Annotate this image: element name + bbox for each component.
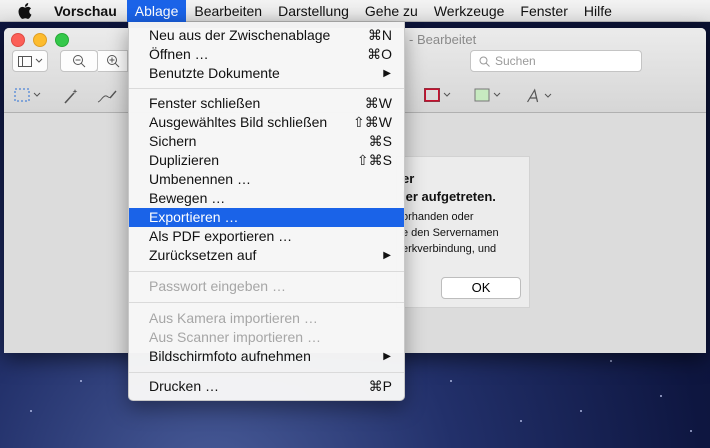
submenu-arrow-icon: ▶ (383, 351, 391, 362)
submenu-arrow-icon: ▶ (383, 250, 391, 261)
dialog-message-line3: erkverbindung, und (402, 243, 497, 255)
menu-fenster[interactable]: Fenster (512, 0, 575, 22)
menu-item-umbenennen[interactable]: Umbenennen … (129, 170, 404, 189)
search-icon (479, 56, 490, 67)
border-color-icon (424, 88, 440, 102)
menu-item-aus-kamera-importieren: Aus Kamera importieren … (149, 310, 318, 326)
border-color-picker[interactable] (424, 88, 451, 102)
chevron-down-icon (443, 92, 451, 97)
menu-item-oeffnen[interactable]: Öffnen … ⌘O (129, 45, 404, 64)
chevron-down-icon (35, 58, 42, 63)
menu-item-als-pdf-exportieren[interactable]: Als PDF exportieren … (129, 227, 404, 246)
menu-item-bild-schliessen[interactable]: Ausgewähltes Bild schließen ⇧⌘W (129, 113, 404, 132)
pen-icon (97, 90, 117, 103)
selection-tool[interactable] (14, 88, 41, 102)
shortcut-label: ⌘W (364, 95, 392, 111)
text-style-picker[interactable] (525, 88, 552, 104)
shortcut-label: ⇧⌘S (356, 152, 392, 168)
sidebar-toggle-button[interactable] (12, 50, 48, 72)
zoom-out-icon (73, 55, 86, 68)
fill-color-picker[interactable] (474, 88, 501, 102)
zoom-in-button[interactable] (98, 50, 128, 72)
zoom-out-button[interactable] (60, 50, 98, 72)
menu-item-sichern[interactable]: Sichern ⌘S (129, 132, 404, 151)
chevron-down-icon (33, 92, 41, 97)
menu-item-neu-zwischenablage[interactable]: Neu aus der Zwischenablage ⌘N (129, 26, 404, 45)
close-window-button[interactable] (11, 33, 25, 47)
menu-bar: Vorschau Ablage Bearbeiten Darstellung G… (0, 0, 710, 22)
menu-item-passwort-eingeben: Passwort eingeben … (149, 278, 286, 294)
menu-item-drucken[interactable]: Drucken … ⌘P (129, 377, 404, 396)
shortcut-label: ⇧⌘W (353, 114, 392, 130)
rect-selection-icon (14, 88, 30, 102)
apple-menu-icon[interactable] (18, 2, 40, 19)
menu-item-fenster-schliessen[interactable]: Fenster schließen ⌘W (129, 94, 404, 113)
dialog-message-line2: e den Servernamen (402, 227, 499, 239)
sidebar-icon (17, 55, 32, 67)
fill-color-icon (474, 88, 490, 102)
menu-app-name[interactable]: Vorschau (46, 0, 127, 22)
menu-werkzeuge[interactable]: Werkzeuge (426, 0, 513, 22)
chevron-down-icon (544, 93, 552, 98)
instant-alpha-tool[interactable] (62, 88, 80, 104)
menu-darstellung[interactable]: Darstellung (270, 0, 357, 22)
text-style-icon (527, 88, 539, 103)
submenu-arrow-icon: ▶ (383, 68, 391, 79)
menu-item-benutzte-dokumente[interactable]: Benutzte Dokumente ▶ (129, 64, 404, 83)
zoom-in-icon (106, 55, 119, 68)
menu-item-bildschirmfoto-aufnehmen[interactable]: Bildschirmfoto aufnehmen ▶ (129, 347, 404, 366)
dialog-title-line2: ler aufgetreten. (402, 189, 496, 204)
menu-ablage[interactable]: Ablage (126, 0, 187, 22)
chevron-down-icon (493, 92, 501, 97)
dialog-message-line1: orhanden oder (402, 211, 474, 223)
minimize-window-button[interactable] (33, 33, 47, 47)
shortcut-label: ⌘P (368, 378, 392, 394)
menu-separator (129, 88, 404, 89)
shortcut-label: ⌘S (368, 133, 392, 149)
menu-bearbeiten[interactable]: Bearbeiten (186, 0, 270, 22)
menu-separator (129, 271, 404, 272)
menu-hilfe[interactable]: Hilfe (576, 0, 620, 22)
sketch-tool[interactable] (96, 88, 118, 104)
menu-separator (129, 302, 404, 303)
shortcut-label: ⌘N (367, 27, 392, 43)
window-title: - Bearbeitet (409, 32, 477, 47)
menu-item-duplizieren[interactable]: Duplizieren ⇧⌘S (129, 151, 404, 170)
menu-item-exportieren[interactable]: Exportieren … (129, 208, 404, 227)
error-dialog: er ler aufgetreten. orhanden oder e den … (396, 156, 530, 308)
menu-item-aus-scanner-importieren: Aus Scanner importieren … (149, 329, 321, 345)
search-placeholder: Suchen (495, 54, 536, 68)
menu-separator (129, 372, 404, 373)
menu-gehe-zu[interactable]: Gehe zu (357, 0, 426, 22)
magic-wand-icon (64, 89, 78, 104)
menu-item-zuruecksetzen-auf[interactable]: Zurücksetzen auf ▶ (129, 246, 404, 265)
ok-button[interactable]: OK (441, 277, 521, 299)
search-field[interactable]: Suchen (470, 50, 642, 72)
menu-item-bewegen[interactable]: Bewegen … (129, 189, 404, 208)
shortcut-label: ⌘O (367, 46, 392, 62)
zoom-window-button[interactable] (55, 33, 69, 47)
ablage-menu-dropdown: Neu aus der Zwischenablage ⌘N Öffnen … ⌘… (128, 22, 405, 401)
